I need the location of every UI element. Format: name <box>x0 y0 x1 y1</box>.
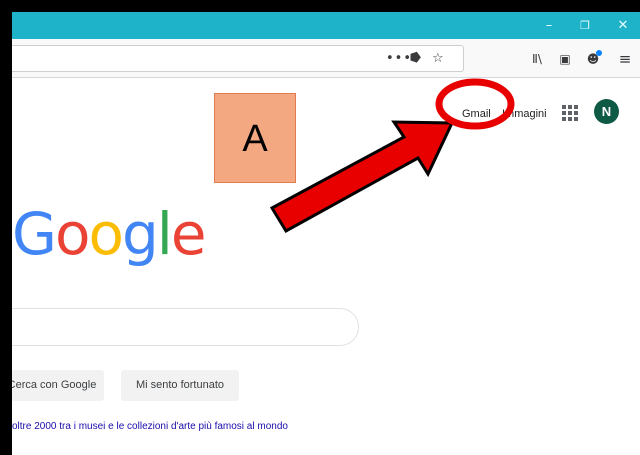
minimize-icon[interactable]: – <box>532 12 566 39</box>
images-link[interactable]: Immagini <box>502 108 547 120</box>
screenshot-frame: – ❐ ✕ ••• ⭓ ☆ Ⅱ\ ▣ ☻ ≡ Gmail Immagini N … <box>0 0 640 455</box>
logo-letter: e <box>170 200 207 268</box>
notification-dot <box>596 50 602 56</box>
annotation-label: A <box>214 93 296 183</box>
logo-letter: o <box>88 200 123 268</box>
logo-letter: o <box>54 200 90 268</box>
google-homepage: Gmail Immagini N Google Cerca con Google… <box>12 78 640 455</box>
title-bar: – ❐ ✕ <box>12 12 640 39</box>
pocket-icon[interactable]: ⭓ <box>410 51 421 67</box>
feeling-lucky-button[interactable]: Mi sento fortunato <box>121 370 239 401</box>
avatar[interactable]: N <box>594 99 619 124</box>
page-actions-icon[interactable]: ••• <box>386 51 412 67</box>
search-button[interactable]: Cerca con Google <box>12 370 104 401</box>
google-apps-icon[interactable] <box>560 103 578 121</box>
logo-letter: g <box>121 200 159 268</box>
account-icon[interactable]: ☻ <box>584 50 602 68</box>
navigation-toolbar: ••• ⭓ ☆ Ⅱ\ ▣ ☻ ≡ <box>12 39 640 78</box>
url-bar[interactable]: ••• ⭓ ☆ <box>12 45 464 72</box>
promo-link[interactable]: oltre 2000 tra i musei e le collezioni d… <box>12 421 288 432</box>
google-logo: Google <box>12 199 207 269</box>
gmail-link[interactable]: Gmail <box>462 108 491 120</box>
logo-letter: l <box>156 200 173 268</box>
restore-icon[interactable]: ❐ <box>568 12 602 39</box>
sidebar-icon[interactable]: ▣ <box>556 50 574 68</box>
library-icon[interactable]: Ⅱ\ <box>528 50 546 68</box>
logo-letter: G <box>12 200 57 268</box>
hamburger-menu-icon[interactable]: ≡ <box>616 50 634 68</box>
browser-window: – ❐ ✕ ••• ⭓ ☆ Ⅱ\ ▣ ☻ ≡ Gmail Immagini N … <box>12 12 640 455</box>
bookmark-star-icon[interactable]: ☆ <box>432 51 444 67</box>
search-input[interactable] <box>12 308 359 346</box>
close-icon[interactable]: ✕ <box>606 12 640 39</box>
